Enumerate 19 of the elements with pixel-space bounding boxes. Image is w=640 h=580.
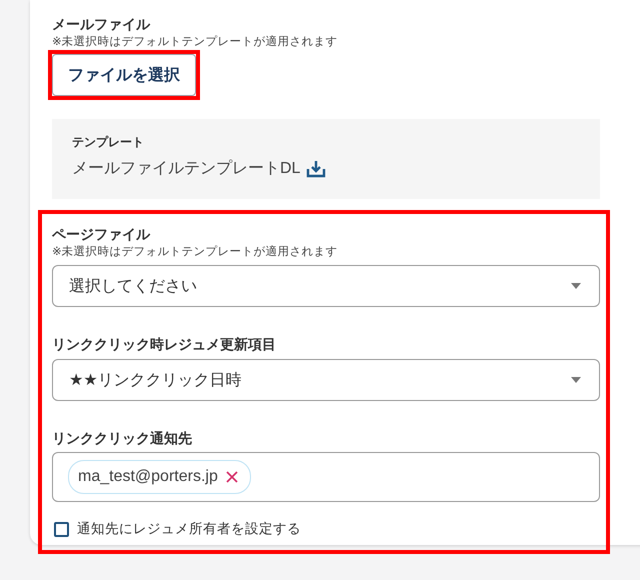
field-label: メールファイル <box>52 15 152 34</box>
caret-icon <box>571 283 581 289</box>
template-download-link[interactable]: メールファイルテンプレートDL <box>72 158 326 179</box>
checkbox-label: 通知先にレジュメ所有者を設定する <box>77 520 301 538</box>
dropdown-field[interactable]: 選択してください <box>52 265 600 307</box>
choose-file-button[interactable]: ファイルを選択 <box>52 54 196 96</box>
field-label: リンククリック時レジュメ更新項目 <box>52 335 277 354</box>
download-icon <box>306 160 326 178</box>
email-chip: ma_test@porters.jp <box>68 460 251 494</box>
hint-text: ※未選択時はデフォルトテンプレートが適用されます <box>52 34 339 50</box>
hint-text: ※未選択時はデフォルトテンプレートが適用されます <box>52 244 339 260</box>
dropdown-field[interactable]: ★★リンククリック日時 <box>52 359 600 401</box>
template-label: テンプレート <box>72 134 145 151</box>
remove-icon[interactable] <box>226 471 238 483</box>
checkbox[interactable] <box>54 522 69 536</box>
caret-icon <box>571 377 581 383</box>
field-label: リンククリック通知先 <box>52 429 193 448</box>
email-input-field[interactable]: ma_test@porters.jp <box>52 452 600 502</box>
field-label: ページファイル <box>52 225 152 244</box>
